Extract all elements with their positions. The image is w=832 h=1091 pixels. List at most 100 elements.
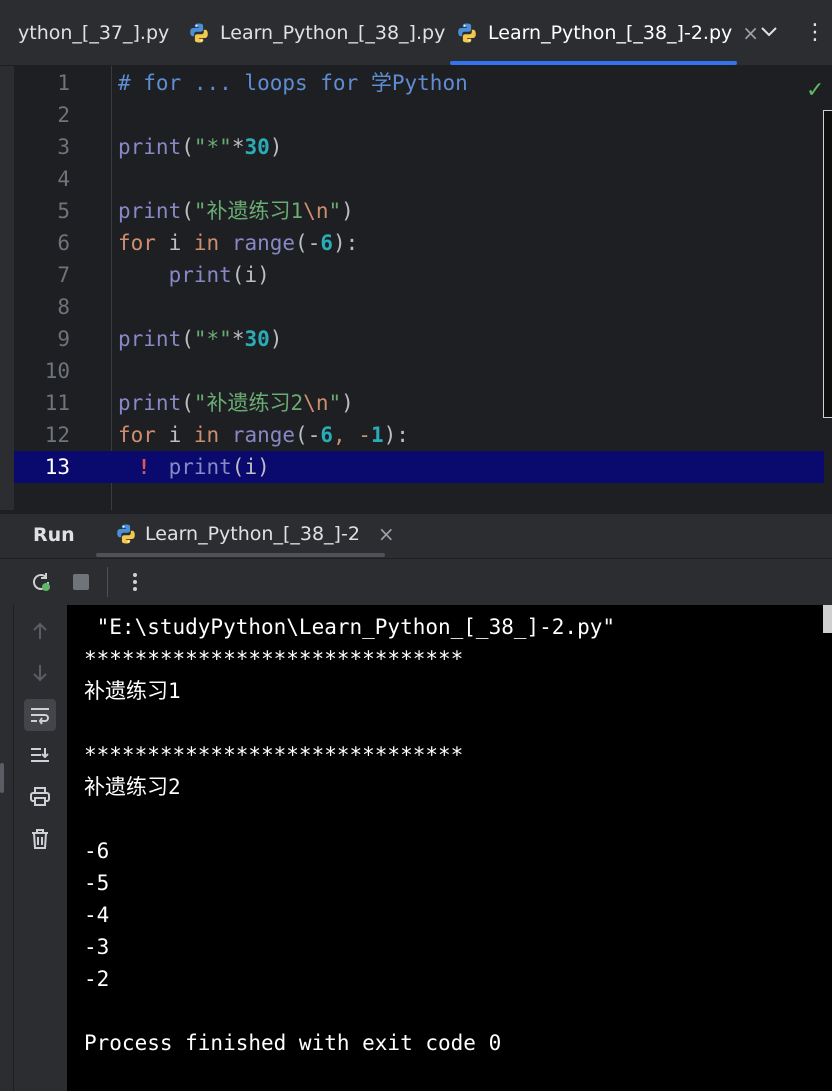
code-text: for i in range(-6, -1):	[118, 419, 409, 451]
code-token: # for ... loops for	[118, 71, 371, 95]
code-token: 30	[244, 135, 270, 159]
code-token: range	[231, 231, 296, 255]
code-token: )	[341, 199, 354, 223]
run-tab-label: Learn_Python_[_38_]-2	[145, 523, 360, 545]
code-line[interactable]: 3 print("*"*30)	[14, 131, 824, 163]
console-line: 补遗练习2	[84, 775, 181, 799]
code-token: (-	[295, 423, 321, 447]
tab-label: ython_[_37_].py	[18, 22, 170, 44]
close-icon[interactable]: ×	[378, 522, 395, 546]
code-token: (	[181, 391, 194, 415]
code-token: (	[181, 327, 194, 351]
stop-icon[interactable]	[72, 573, 90, 591]
run-config-tab[interactable]: Learn_Python_[_38_]-2 ×	[115, 522, 395, 546]
code-token: )	[269, 135, 283, 159]
tab-learn-python-38[interactable]: Learn_Python_[_38_].py	[188, 0, 445, 66]
code-line[interactable]: 11 print("补遗练习2\n")	[14, 387, 824, 419]
code-token: "*"	[193, 135, 232, 159]
tab-learn-python-38-2[interactable]: Learn_Python_[_38_]-2.py ×	[456, 0, 759, 66]
code-token: *	[231, 327, 245, 351]
code-line[interactable]: 13! print(i)	[14, 451, 824, 483]
tab-learn-python-37[interactable]: ython_[_37_].py	[18, 0, 169, 66]
line-number: 10	[44, 359, 70, 383]
up-arrow-icon[interactable]	[24, 615, 56, 647]
down-arrow-icon[interactable]	[24, 657, 56, 689]
code-line[interactable]: 12 for i in range(-6, -1):	[14, 419, 824, 451]
code-token: "补遗练习1	[193, 199, 304, 223]
code-token: i	[155, 231, 194, 255]
console-line: -3	[84, 935, 110, 959]
line-number: 5	[57, 199, 70, 223]
code-line[interactable]: 10	[14, 355, 824, 387]
code-token: print	[118, 199, 182, 223]
code-editor[interactable]: 1 # for ... loops for 学Python 2 3 print("*"*…	[0, 66, 832, 510]
code-line[interactable]: 6 for i in range(-6):	[14, 227, 824, 259]
run-tab-indicator	[96, 553, 385, 557]
code-text: for i in range(-6):	[118, 227, 358, 259]
run-panel-header: Run Learn_Python_[_38_]-2 ×	[0, 514, 832, 558]
line-number: 2	[57, 103, 70, 127]
close-icon[interactable]: ×	[742, 21, 759, 45]
code-token: (i)	[231, 263, 270, 287]
rerun-icon[interactable]	[29, 570, 53, 594]
code-token: 学Python	[370, 71, 468, 95]
line-number: 4	[57, 167, 70, 191]
more-icon[interactable]	[130, 571, 140, 593]
python-file-icon	[190, 23, 208, 43]
run-panel-title: Run	[33, 524, 75, 546]
code-line[interactable]: 5 print("补遗练习1\n")	[14, 195, 824, 227]
code-token: 6	[320, 423, 333, 447]
tab-label: Learn_Python_[_38_].py	[220, 22, 446, 44]
console-line: ******************************	[84, 647, 464, 671]
code-token: "补遗练习2	[193, 391, 304, 415]
line-number: 3	[57, 135, 70, 159]
code-line[interactable]: 9 print("*"*30)	[14, 323, 824, 355]
code-token: ):	[333, 231, 359, 255]
code-line[interactable]: 1 # for ... loops for 学Python	[14, 67, 824, 99]
code-token: for	[118, 423, 156, 447]
toolbar-separator	[107, 567, 108, 597]
code-token: "*"	[193, 327, 232, 351]
soft-wrap-icon[interactable]	[24, 699, 56, 731]
code-token: \n	[303, 391, 329, 415]
tab-label: Learn_Python_[_38_]-2.py	[488, 22, 733, 44]
error-bulb-icon[interactable]: !	[136, 451, 152, 479]
python-file-icon	[117, 524, 135, 544]
console-line: "E:\studyPython\Learn_Python_[_38_]-2.py…	[84, 615, 616, 639]
python-file-icon	[458, 23, 476, 43]
code-token: 1	[370, 423, 384, 447]
scroll-to-end-icon[interactable]	[24, 739, 56, 771]
code-line[interactable]: 8	[14, 291, 824, 323]
code-token: print	[168, 455, 232, 479]
code-token: (i)	[231, 455, 270, 479]
print-icon[interactable]	[24, 781, 56, 813]
code-line[interactable]: 2	[14, 99, 824, 131]
chevron-down-icon[interactable]	[760, 26, 778, 38]
code-token: range	[231, 423, 296, 447]
line-number: 9	[57, 327, 70, 351]
code-text: print(i)	[118, 259, 270, 291]
code-token: )	[341, 391, 354, 415]
run-side-toolbar	[14, 605, 67, 1091]
run-console-output[interactable]: "E:\studyPython\Learn_Python_[_38_]-2.py…	[67, 605, 832, 1091]
console-line: -2	[84, 967, 110, 991]
more-vertical-icon[interactable]: ⋮	[804, 20, 826, 45]
code-token: print	[168, 263, 232, 287]
code-token: 6	[320, 231, 333, 255]
trash-icon[interactable]	[24, 823, 56, 855]
code-token: (-	[295, 231, 321, 255]
line-number: 12	[44, 423, 70, 447]
code-text: print("补遗练习1\n")	[118, 195, 354, 227]
editor-scrollbar[interactable]	[823, 110, 832, 418]
code-token: i	[155, 423, 194, 447]
line-number: 1	[57, 71, 70, 95]
editor-tab-bar: ython_[_37_].py Learn_Python_[_38_].py L…	[0, 0, 832, 66]
code-token: 30	[244, 327, 270, 351]
code-token: (	[181, 199, 194, 223]
code-line[interactable]: 4	[14, 163, 824, 195]
console-line: 补遗练习1	[84, 679, 181, 703]
code-line[interactable]: 7 print(i)	[14, 259, 824, 291]
console-scrollbar[interactable]	[823, 605, 832, 633]
code-token: for	[118, 231, 156, 255]
